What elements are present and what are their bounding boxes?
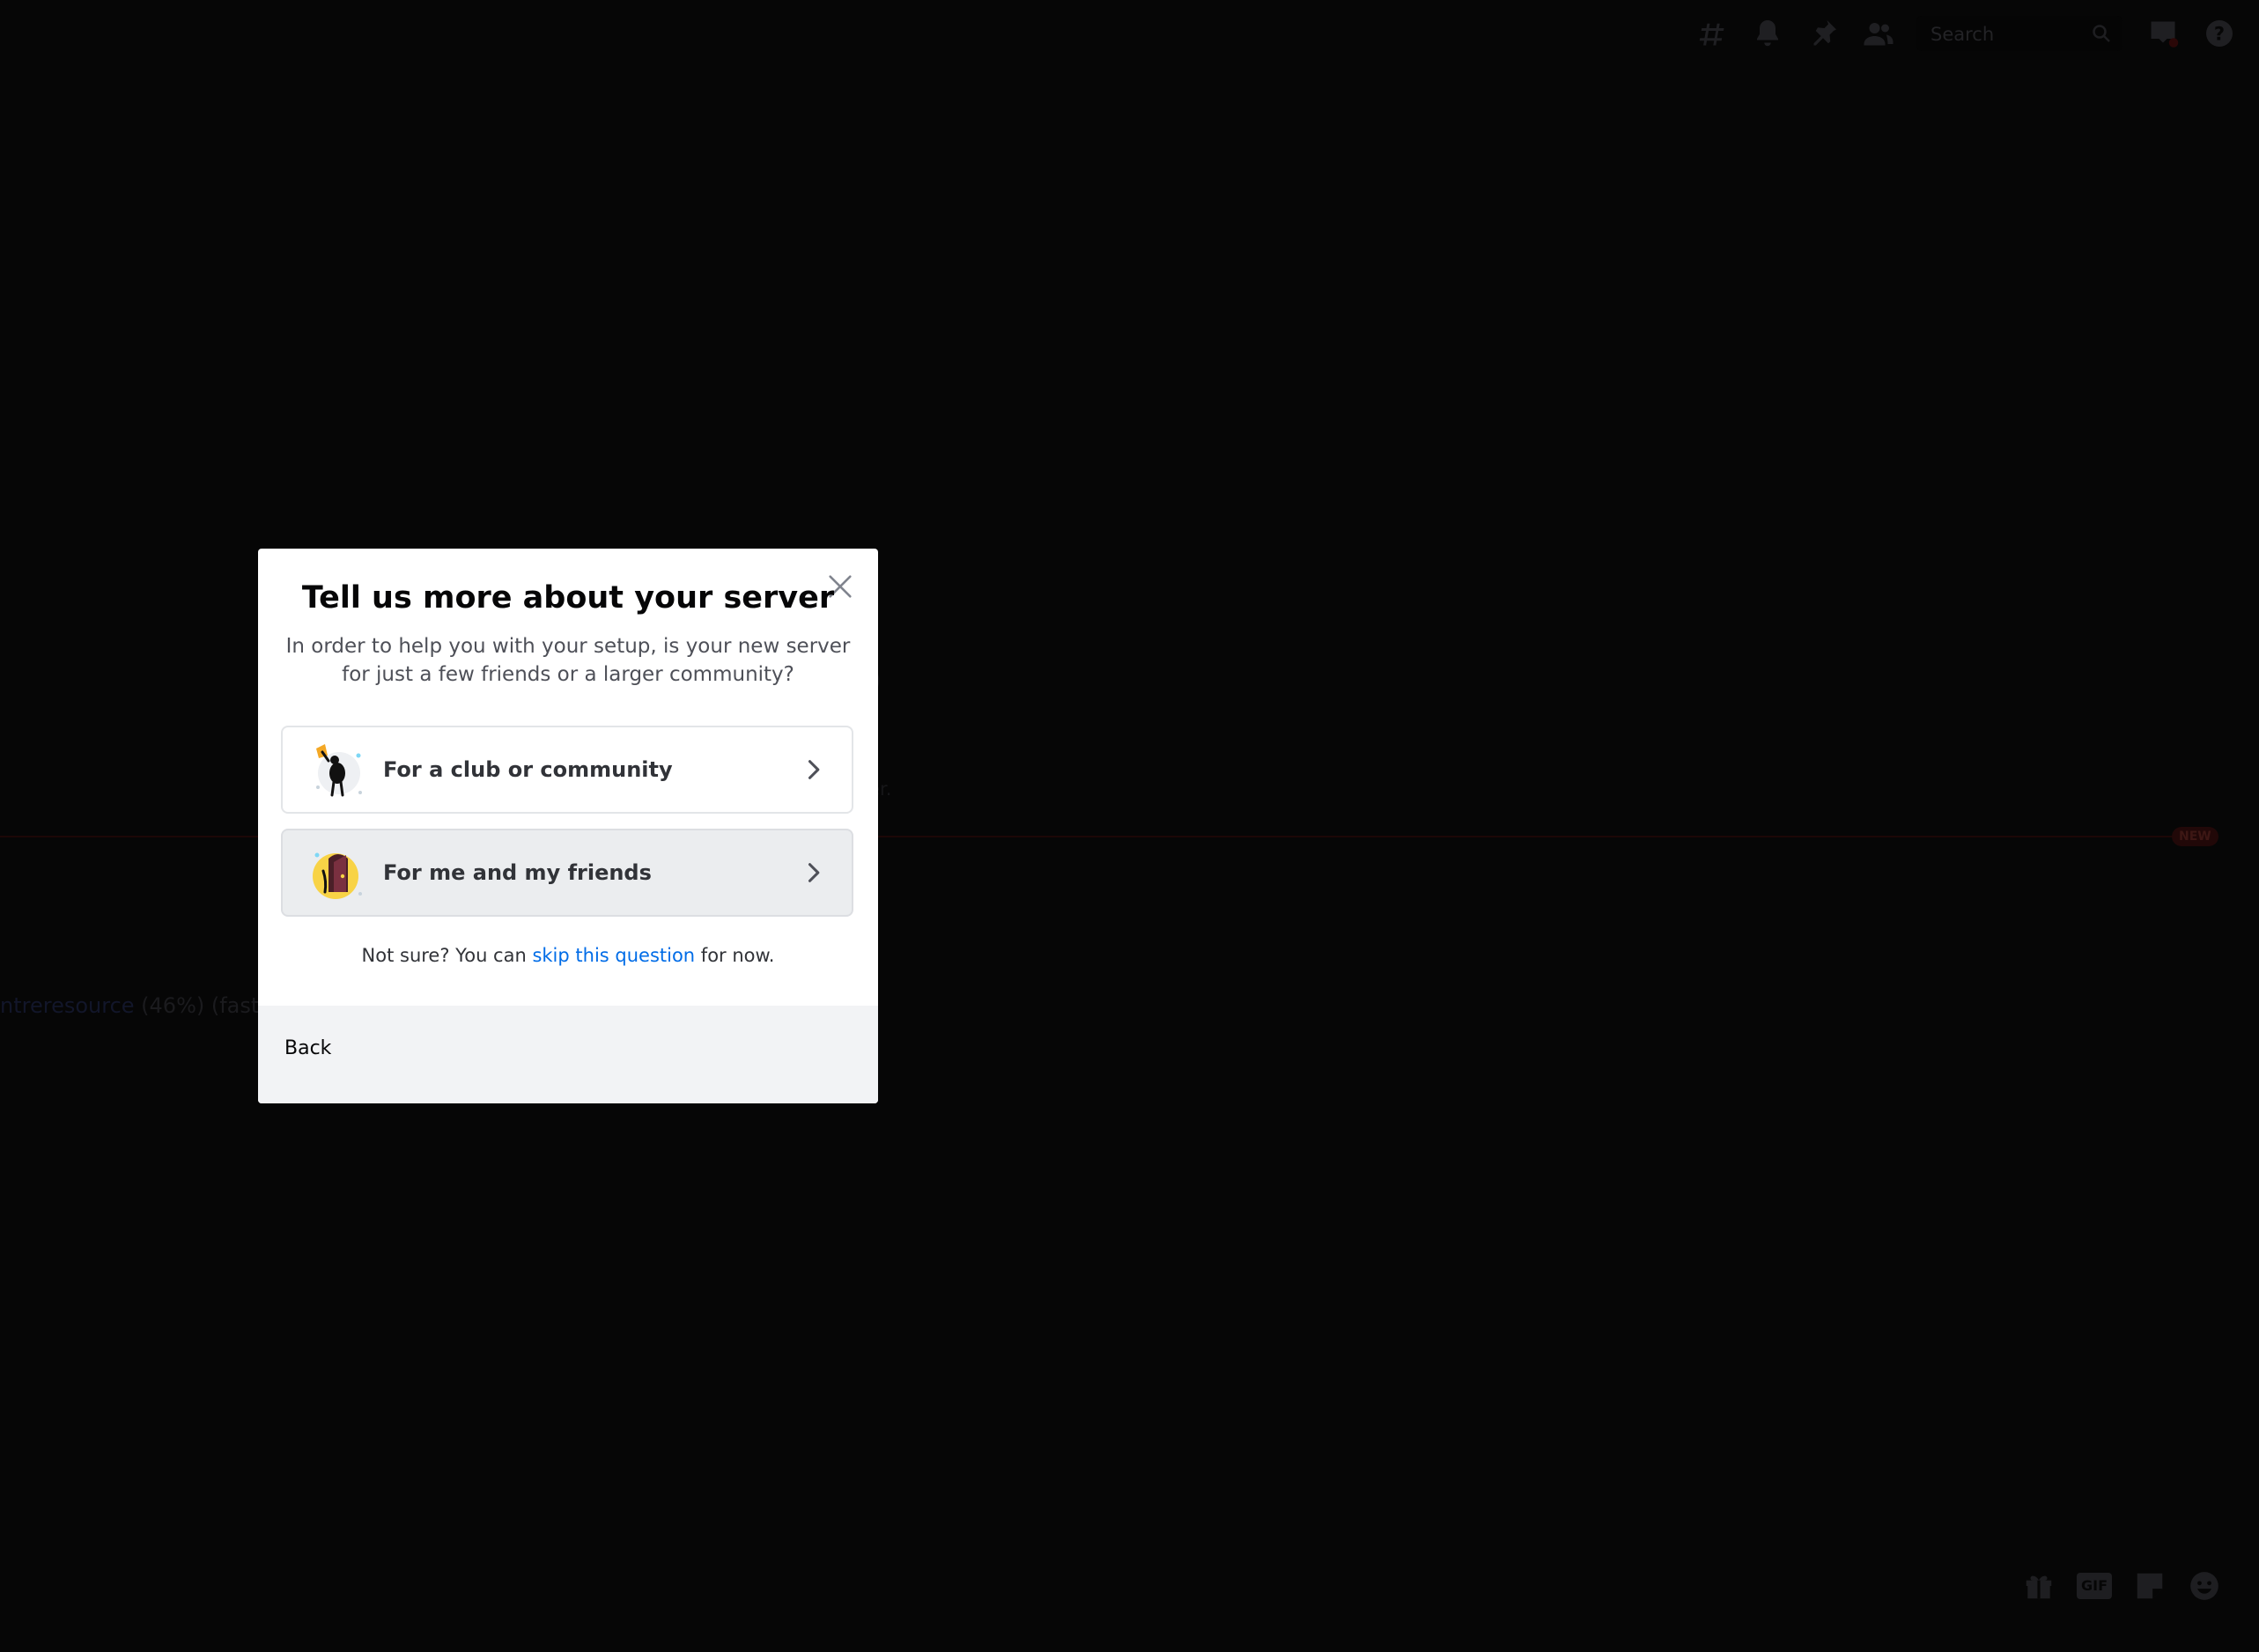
skip-prefix: Not sure? You can [361,945,533,966]
option-label: For a club or community [383,757,673,782]
gif-icon[interactable]: GIF [2077,1573,2112,1599]
search-field[interactable] [1916,16,2122,51]
bell-icon[interactable] [1752,18,1783,49]
app-background: ? o rver. NEW ntreresource (46%) (fast) … [0,0,2259,1652]
svg-text:?: ? [2214,24,2225,45]
sticker-icon[interactable] [2133,1569,2167,1603]
option-label: For me and my friends [383,860,652,885]
create-server-modal: Tell us more about your server In order … [258,549,878,1103]
gift-icon[interactable] [2022,1569,2056,1603]
skip-suffix: for now. [695,945,775,966]
chevron-right-icon [801,757,825,782]
help-icon[interactable]: ? [2204,18,2235,49]
emoji-icon[interactable] [2188,1569,2221,1603]
club-illustration-icon [309,741,367,800]
search-input[interactable] [1929,19,2091,49]
option-me-and-friends-button[interactable]: For me and my friends [281,829,853,917]
modal-title: Tell us more about your server [301,580,835,616]
new-badge: NEW [2172,827,2218,846]
top-toolbar: ? [0,0,2259,67]
search-icon [2091,23,2112,44]
skip-question-link[interactable]: skip this question [532,945,695,966]
pin-icon[interactable] [1807,18,1839,49]
back-button[interactable]: Back [284,1037,331,1059]
threads-icon[interactable] [1696,18,1728,49]
option-club-community-button[interactable]: For a club or community [281,726,853,814]
inbox-icon[interactable] [2147,18,2179,49]
friends-illustration-icon [309,844,367,903]
composer-buttons: GIF [2022,1569,2221,1604]
modal-footer: Back [258,1006,878,1103]
background-message: ntreresource (46%) (fast) [0,993,268,1018]
background-message-text: (46%) (fast) [134,993,268,1018]
skip-question-text: Not sure? You can skip this question for… [258,945,878,966]
members-icon[interactable] [1863,18,1894,49]
chevron-right-icon [801,860,825,885]
modal-description: In order to help you with your setup, is… [285,635,851,686]
background-message-link[interactable]: ntreresource [0,993,135,1018]
